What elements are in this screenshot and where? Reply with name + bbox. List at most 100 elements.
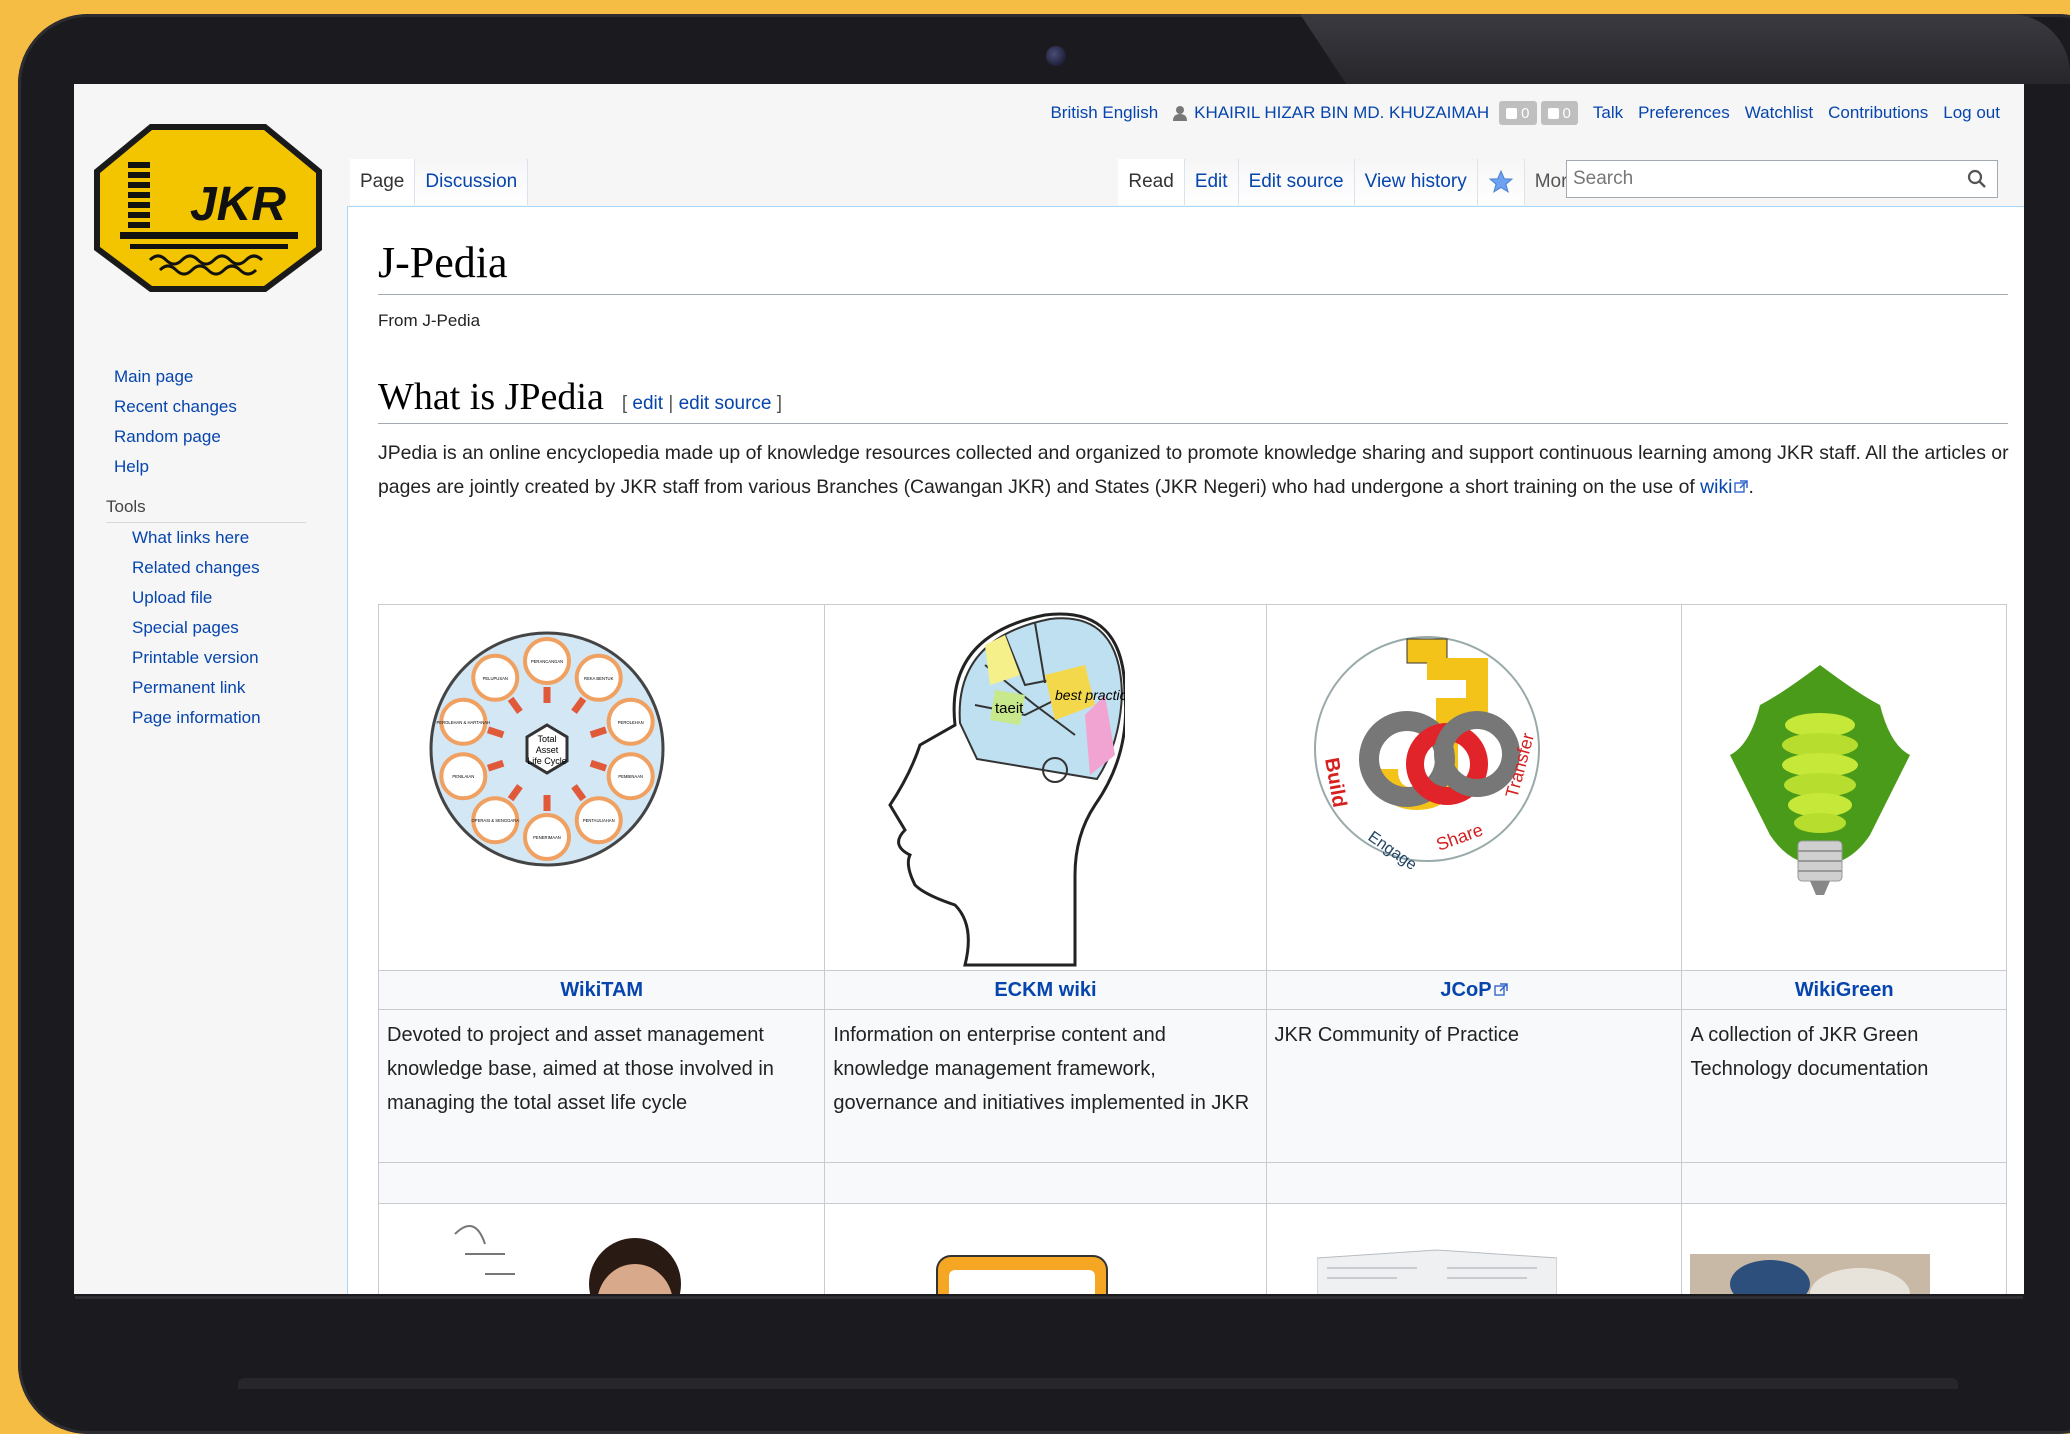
page-title: J-Pedia xyxy=(378,237,2008,295)
portal-title-wikitam[interactable]: WikiTAM xyxy=(377,970,826,1010)
sidebar-item-printable-version[interactable]: Printable version xyxy=(132,643,306,673)
portal-title-jcop[interactable]: JCoP xyxy=(1265,970,1683,1010)
edit-bracket-close: ] xyxy=(776,393,783,414)
language-link[interactable]: British English xyxy=(1050,103,1158,123)
alerts-count: 0 xyxy=(1521,104,1530,122)
sidebar-item-related-changes[interactable]: Related changes xyxy=(132,553,306,583)
wiki-external-link[interactable]: wiki xyxy=(1700,476,1732,498)
view-tabs: Read Edit Edit source View history More xyxy=(1118,159,1606,205)
watch-star-button[interactable] xyxy=(1477,159,1525,205)
external-link-icon xyxy=(1734,480,1749,493)
portal-title-eckm[interactable]: ECKM wiki xyxy=(824,970,1267,1010)
watchlist-link[interactable]: Watchlist xyxy=(1745,103,1813,123)
notices-count: 0 xyxy=(1562,104,1571,122)
edit-separator: | xyxy=(668,393,674,414)
user-icon xyxy=(1173,106,1188,121)
portal-image-cell-row2-3[interactable] xyxy=(1265,1203,1683,1294)
sidebar: Main page Recent changes Random page Hel… xyxy=(106,362,306,733)
jcop-title-text: JCoP xyxy=(1440,978,1492,1001)
search-icon[interactable] xyxy=(1967,169,1987,189)
sidebar-item-special-pages[interactable]: Special pages xyxy=(132,613,306,643)
portal-image-cell-row2-2[interactable] xyxy=(824,1203,1267,1294)
lifecycle-arrow xyxy=(589,726,608,739)
external-link-icon xyxy=(1493,982,1508,996)
tab-page[interactable]: Page xyxy=(350,159,416,205)
sidebar-item-what-links-here[interactable]: What links here xyxy=(132,523,306,553)
man-with-diagram-image xyxy=(454,1225,681,1294)
blueprint-documents-image xyxy=(1316,1249,1557,1294)
lifecycle-stage-label: PEMBINAAN xyxy=(618,774,643,779)
lifecycle-stage-label: REKA BENTUK xyxy=(584,676,614,681)
sidebar-item-recent-changes[interactable]: Recent changes xyxy=(114,392,306,422)
portal-image-cell-wikitam[interactable]: PERANCANGAN REKA BENTUK PEROLEHAN PEMBINAAN… xyxy=(377,604,826,971)
contributions-link[interactable]: Contributions xyxy=(1828,103,1928,123)
jkr-logo[interactable]: JKR xyxy=(90,120,326,296)
portal-image-cell-wikigreen[interactable] xyxy=(1681,604,2007,971)
personal-tools: British English KHAIRIL HIZAR BIN MD. KH… xyxy=(1035,96,2000,130)
jcop-logo: Build Engage Share Transfer xyxy=(1313,636,1540,869)
lifecycle-arrow xyxy=(486,759,505,772)
laptop-bezel-reflection xyxy=(1300,14,2070,84)
green-leaf-light-bulb xyxy=(1730,665,1911,895)
content-area: J-Pedia From J-Pedia What is JPedia [ ed… xyxy=(347,206,2024,1294)
section-title: What is JPedia xyxy=(378,376,604,418)
tray-icon xyxy=(1547,107,1559,119)
lifecycle-stage-label: PEROLEHAN & HARTANAH xyxy=(437,720,491,725)
sidebar-item-help[interactable]: Help xyxy=(114,452,306,482)
bell-icon xyxy=(1506,107,1518,119)
username: KHAIRIL HIZAR BIN MD. KHUZAIMAH xyxy=(1194,103,1490,122)
rolled-plans-image xyxy=(1690,1254,1931,1294)
notices-badge[interactable]: 0 xyxy=(1540,101,1578,125)
portal-image-cell-row2-1[interactable] xyxy=(377,1203,826,1294)
browser-screen: JKR British English KHAIRIL HIZAR BIN MD… xyxy=(74,84,2024,1294)
edit-bracket-open: [ xyxy=(621,393,628,414)
portal-spacer-cell xyxy=(1265,1162,1683,1204)
portal-image-cell-eckm[interactable]: best practices taeit xyxy=(824,604,1267,971)
logo-text: JKR xyxy=(190,178,286,231)
alerts-badge[interactable]: 0 xyxy=(1499,101,1537,125)
portal-title-wikigreen[interactable]: WikiGreen xyxy=(1681,970,2007,1010)
portal-desc-eckm: Information on enterprise content and kn… xyxy=(824,1009,1267,1163)
sidebar-item-upload-file[interactable]: Upload file xyxy=(132,583,306,613)
center-label-3: Life Cycle xyxy=(527,756,567,766)
search-box xyxy=(1566,160,1998,198)
section-edit-source-link[interactable]: edit source xyxy=(679,393,772,414)
sidebar-item-page-information[interactable]: Page information xyxy=(132,703,306,733)
portal-image-cell-jcop[interactable]: Build Engage Share Transfer xyxy=(1265,604,1683,971)
portal-desc-jcop: JKR Community of Practice xyxy=(1265,1009,1683,1163)
center-label-2: Asset xyxy=(536,745,559,755)
sidebar-item-random-page[interactable]: Random page xyxy=(114,422,306,452)
laptop-base xyxy=(238,1378,1958,1389)
lifecycle-stage-label: PENILAIAN xyxy=(452,774,474,779)
preferences-link[interactable]: Preferences xyxy=(1638,103,1730,123)
tab-view-history[interactable]: View history xyxy=(1354,159,1478,205)
center-label-1: Total xyxy=(537,734,556,744)
portal-table: PERANCANGAN REKA BENTUK PEROLEHAN PEMBINAAN… xyxy=(377,604,2007,1294)
sidebar-item-main-page[interactable]: Main page xyxy=(114,362,306,392)
talk-link[interactable]: Talk xyxy=(1593,103,1623,123)
sidebar-item-permanent-link[interactable]: Permanent link xyxy=(132,673,306,703)
tab-edit-source[interactable]: Edit source xyxy=(1238,159,1355,205)
intro-paragraph: JPedia is an online encyclopedia made up… xyxy=(378,436,2014,504)
search-input[interactable] xyxy=(1567,162,1967,196)
lifecycle-stage-label: PEROLEHAN xyxy=(618,720,644,725)
section-edit-link[interactable]: edit xyxy=(632,393,663,414)
tab-discussion[interactable]: Discussion xyxy=(415,159,529,205)
lifecycle-arrow xyxy=(589,759,608,772)
portal-spacer-cell xyxy=(377,1162,826,1204)
portal-image-cell-row2-4[interactable] xyxy=(1681,1203,2007,1294)
lifecycle-stage-label: OPERASI & SENGGARA xyxy=(472,818,520,823)
namespace-tabs: Page Discussion xyxy=(350,159,529,205)
tools-heading[interactable]: Tools xyxy=(106,492,306,522)
lifecycle-stage-label: PENTAULIAHAN xyxy=(583,818,615,823)
lifecycle-stage-label: PELUPUSAN xyxy=(483,676,508,681)
tab-read[interactable]: Read xyxy=(1118,159,1185,205)
portal-desc-wikigreen: A collection of JKR Green Technology doc… xyxy=(1681,1009,2007,1163)
user-link[interactable]: KHAIRIL HIZAR BIN MD. KHUZAIMAH xyxy=(1172,103,1489,123)
orange-app-icon-image xyxy=(936,1255,1109,1294)
star-icon xyxy=(1488,169,1513,193)
lifecycle-arrow xyxy=(486,726,505,739)
laptop-hinge-line xyxy=(75,1296,2023,1299)
tab-edit[interactable]: Edit xyxy=(1184,159,1239,205)
logout-link[interactable]: Log out xyxy=(1943,103,2000,123)
